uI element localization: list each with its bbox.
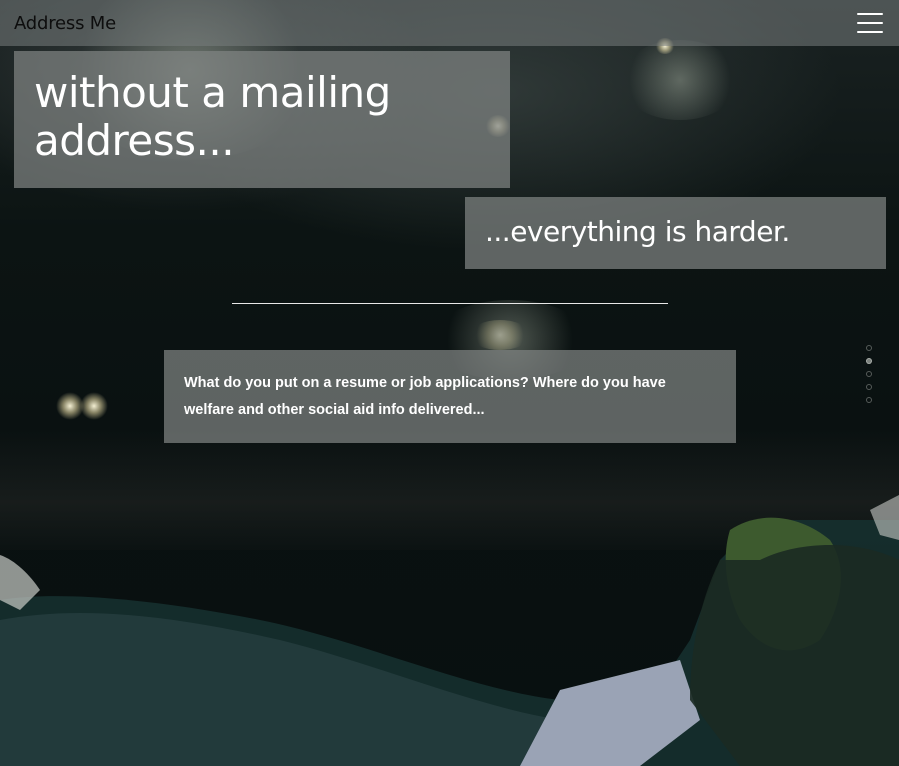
subheadline-text: ...everything is harder. bbox=[485, 215, 790, 248]
subheadline-card: ...everything is harder. bbox=[465, 197, 886, 269]
pager-dot-active[interactable] bbox=[866, 358, 872, 364]
brand-logo-text[interactable]: Address Me bbox=[14, 13, 116, 34]
body-text: What do you put on a resume or job appli… bbox=[184, 375, 666, 418]
top-navbar: Address Me bbox=[0, 0, 899, 46]
hamburger-menu-icon[interactable] bbox=[857, 13, 883, 33]
section-divider bbox=[232, 303, 668, 304]
pager-dot[interactable] bbox=[866, 371, 872, 377]
pager-dot[interactable] bbox=[866, 384, 872, 390]
headline-text: without a mailing address... bbox=[34, 68, 391, 165]
pager-dot[interactable] bbox=[866, 397, 872, 403]
pager-dots bbox=[863, 345, 875, 403]
pager-dot[interactable] bbox=[866, 345, 872, 351]
headline-card: without a mailing address... bbox=[14, 51, 510, 188]
body-text-card: What do you put on a resume or job appli… bbox=[164, 350, 736, 443]
